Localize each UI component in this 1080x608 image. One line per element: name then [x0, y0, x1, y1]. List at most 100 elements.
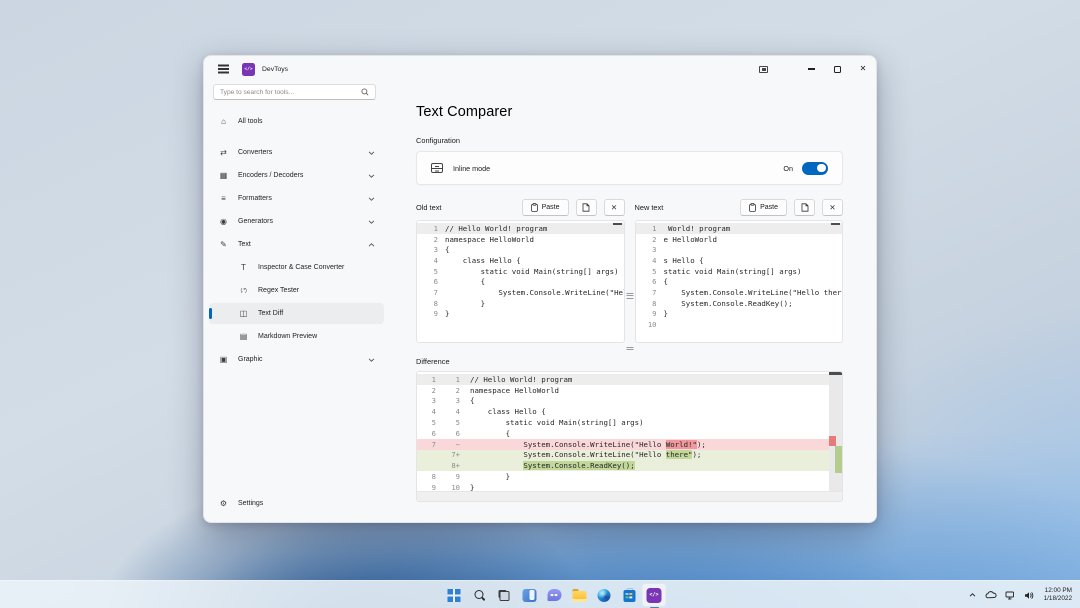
new-text-editor[interactable]: 1 World! program2e HelloWorld34s Hello {…	[635, 220, 844, 343]
taskbar-devtoys-button[interactable]: </>	[642, 583, 667, 607]
diff-row-same: 89 }	[417, 471, 842, 482]
task-view-icon	[498, 589, 511, 602]
tray-onedrive-icon[interactable]	[985, 591, 997, 599]
sidebar: ⌂All tools ⇄Converters▦Encoders / Decoder…	[204, 82, 389, 522]
new-paste-button[interactable]: Paste	[740, 199, 787, 216]
old-paste-button[interactable]: Paste	[522, 199, 569, 216]
editor-line: 1 World! program	[636, 223, 843, 234]
store-icon	[623, 590, 635, 602]
clock-time: 12:00 PM	[1044, 587, 1072, 595]
diff-added-marker	[835, 446, 842, 473]
line-number: 2	[417, 235, 445, 244]
tray-chevron-up-icon[interactable]	[968, 591, 977, 599]
taskbar-search-button[interactable]	[467, 583, 492, 607]
diff-code-text: static void Main(string[] args)	[464, 418, 842, 427]
line-number: 7	[417, 288, 445, 297]
taskbar-edge-button[interactable]	[592, 583, 617, 607]
sidebar-item-inspector-case-converter[interactable]: TInspector & Case Converter	[209, 257, 384, 278]
new-open-file-button[interactable]	[794, 199, 815, 216]
sidebar-item-label: Converters	[238, 149, 272, 156]
maximize-button[interactable]	[824, 56, 850, 82]
line-number: 6	[417, 277, 445, 286]
configuration-label: Configuration	[416, 136, 843, 145]
tray-network-icon[interactable]	[1005, 591, 1016, 600]
code-text: s Hello {	[664, 256, 843, 265]
taskbar-widgets-button[interactable]	[517, 583, 542, 607]
sidebar-item-label: Markdown Preview	[258, 333, 317, 340]
line-number: 5	[636, 267, 664, 276]
sidebar-item-generators[interactable]: ◉Generators	[209, 211, 384, 232]
textdiff-icon: ◫	[237, 309, 250, 318]
old-text-editor[interactable]: 1// Hello World! program2namespace Hello…	[416, 220, 625, 343]
horizontal-splitter-grip[interactable]	[626, 347, 633, 351]
taskbar-store-button[interactable]	[617, 583, 642, 607]
editor-line: 6{	[636, 276, 843, 287]
editor-line: 8 System.Console.ReadKey();	[636, 298, 843, 309]
title-bar[interactable]: </> DevToys ✕	[204, 56, 876, 82]
sidebar-item-text-diff[interactable]: ◫Text Diff	[209, 303, 384, 324]
sidebar-item-converters[interactable]: ⇄Converters	[209, 142, 384, 163]
sidebar-item-markdown-preview[interactable]: ▤Markdown Preview	[209, 326, 384, 347]
line-number: 3	[636, 245, 664, 254]
line-number: 6	[636, 277, 664, 286]
window-title: DevToys	[262, 66, 288, 73]
taskbar-chat-button[interactable]	[542, 583, 567, 607]
page-title: Text Comparer	[416, 104, 843, 120]
taskbar-file-explorer-button[interactable]	[567, 583, 592, 607]
vertical-splitter-grip[interactable]	[626, 292, 633, 300]
diff-code-text: class Hello {	[464, 407, 842, 416]
old-editor-scroll-thumb[interactable]	[613, 223, 622, 226]
sidebar-item-label: All tools	[238, 118, 263, 125]
new-line-number: 8+	[440, 461, 464, 470]
sidebar-item-all-tools[interactable]: ⌂All tools	[209, 111, 384, 132]
hamburger-menu-button[interactable]	[208, 59, 238, 79]
difference-editor[interactable]: 11// Hello World! program22namespace Hel…	[416, 371, 843, 502]
diff-row-del: 7− System.Console.WriteLine("Hello World…	[417, 439, 842, 450]
sidebar-item-regex-tester[interactable]: (.*)Regex Tester	[209, 280, 384, 301]
old-open-file-button[interactable]	[576, 199, 597, 216]
taskbar-task-view-button[interactable]	[492, 583, 517, 607]
code-text: System.Console.WriteLine("Hello there");	[664, 288, 843, 297]
compact-overlay-button[interactable]	[750, 56, 776, 82]
paste-label: Paste	[760, 204, 778, 211]
tray-volume-icon[interactable]	[1024, 591, 1034, 600]
regex-icon: (.*)	[237, 288, 250, 294]
diff-scroll-thumb[interactable]	[829, 372, 842, 375]
text-icon: ✎	[217, 240, 230, 249]
sidebar-item-formatters[interactable]: ≡ Formatters	[209, 188, 384, 209]
line-number: 4	[417, 256, 445, 265]
old-clear-button[interactable]: ✕	[604, 199, 625, 216]
line-number: 9	[636, 309, 664, 318]
minimize-button[interactable]	[798, 56, 824, 82]
diff-code-text: {	[464, 429, 842, 438]
code-text: }	[664, 309, 843, 318]
new-line-number: 3	[440, 396, 464, 405]
new-editor-scroll-thumb[interactable]	[831, 223, 840, 226]
diff-vertical-scrollbar[interactable]	[829, 372, 842, 491]
taskbar-start-button[interactable]	[442, 583, 467, 607]
sidebar-item-graphic[interactable]: ▣Graphic	[209, 349, 384, 370]
sidebar-item-label: Formatters	[238, 195, 272, 202]
sidebar-item-text[interactable]: ✎Text	[209, 234, 384, 255]
widgets-icon	[522, 589, 536, 602]
line-number: 1	[417, 224, 445, 233]
search-box[interactable]	[213, 84, 376, 100]
diff-horizontal-scrollbar[interactable]	[417, 491, 842, 501]
old-line-number: 8	[417, 472, 440, 481]
close-icon: ✕	[860, 65, 867, 73]
new-clear-button[interactable]: ✕	[822, 199, 843, 216]
sidebar-item-settings[interactable]: ⚙ Settings	[209, 492, 384, 514]
line-number: 2	[636, 235, 664, 244]
search-input[interactable]	[220, 89, 361, 96]
line-number: 5	[417, 267, 445, 276]
close-button[interactable]: ✕	[850, 56, 876, 82]
devtoys-icon: </>	[647, 588, 662, 603]
formatters-icon: ≡	[217, 194, 230, 203]
line-number: 8	[636, 299, 664, 308]
code-text: {	[664, 277, 843, 286]
sidebar-item-encoders-decoders[interactable]: ▦Encoders / Decoders	[209, 165, 384, 186]
editor-line: 3	[636, 244, 843, 255]
taskbar-clock[interactable]: 12:00 PM 1/18/2022	[1044, 587, 1072, 603]
clipboard-icon	[531, 203, 538, 212]
inline-mode-toggle[interactable]	[802, 162, 828, 175]
